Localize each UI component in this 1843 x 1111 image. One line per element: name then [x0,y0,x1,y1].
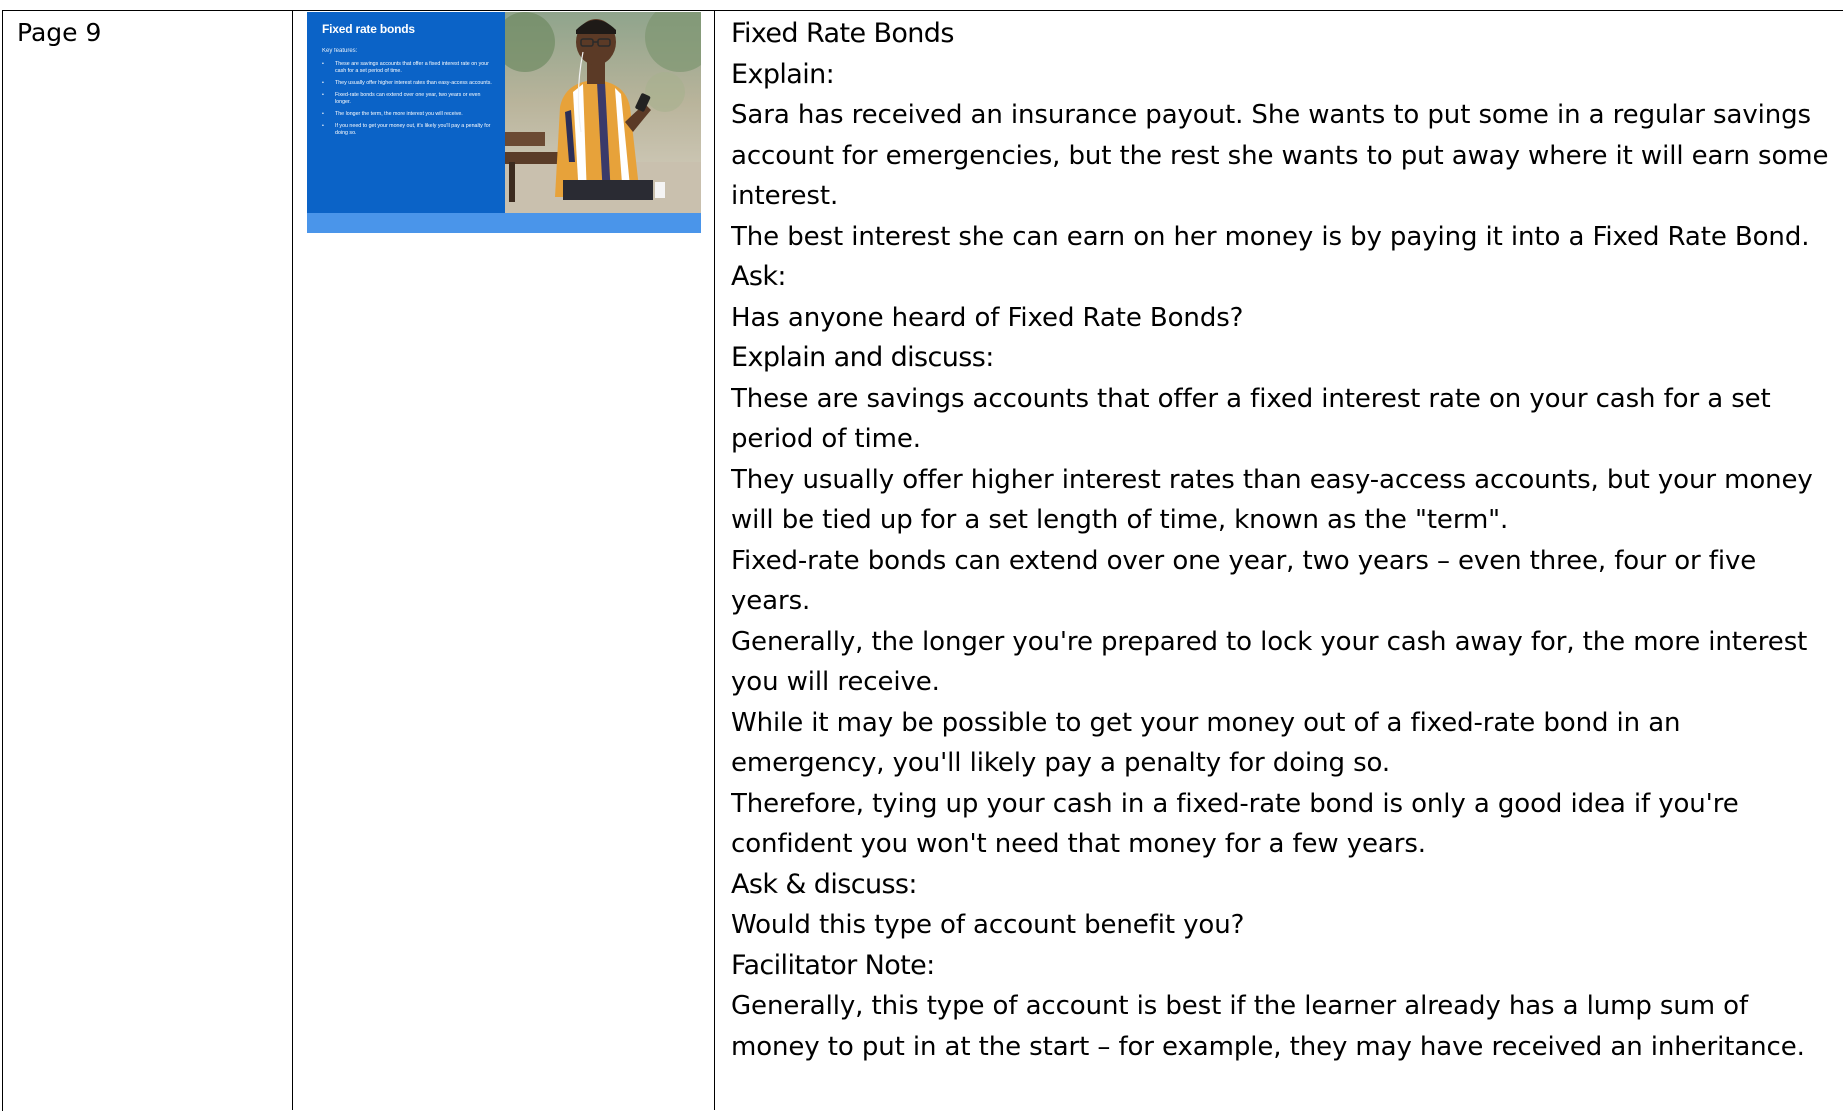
slide-bullet: • If you need to get your money out, it's… [322,123,497,137]
bullet-icon: • [322,111,324,117]
bullet-icon: • [322,92,324,98]
bullet-icon: • [322,80,324,86]
slide-bullet: • They usually offer higher interest rate… [322,80,497,87]
slide-key-features-label: Key features: [322,48,358,54]
discuss-line: period of time. [731,424,921,454]
discuss-line: These are savings accounts that offer a … [731,383,1771,414]
slide-bullet: • These are savings accounts that offer a… [322,61,497,75]
slide-footer-bar [307,213,701,233]
facilitator-notes: Fixed Rate Bonds Explain: Sara has recei… [731,14,1843,1067]
explain-heading: Explain: [731,58,835,90]
slide-bullet-text: Fixed-rate bonds can extend over one yea… [335,92,481,105]
discuss-line: Generally, the longer you're prepared to… [731,626,1808,657]
bullet-icon: • [322,61,324,67]
facilitator-note-line: money to put in at the start – for examp… [731,1031,1805,1062]
explain-line: interest. [731,181,839,211]
discuss-line: Fixed-rate bonds can extend over one yea… [731,545,1757,576]
bullet-icon: • [322,123,324,129]
discuss-line: will be tied up for a set length of time… [731,505,1509,535]
slide-bullet-text: If you need to get your money out, it's … [335,123,491,136]
facilitator-note-line: Generally, this type of account is best … [731,991,1749,1021]
slide-bullet: • The longer the term, the more interest … [322,111,497,118]
notes-title: Fixed Rate Bonds [731,18,954,49]
discuss-heading: Explain and discuss: [731,342,994,373]
slide-bullet-text: The longer the term, the more interest y… [335,111,463,117]
slide-bullet-text: They usually offer higher interest rates… [335,80,492,86]
ask-discuss-line: Would this type of account benefit you? [731,910,1245,940]
discuss-line: emergency, you'll likely pay a penalty f… [731,748,1391,778]
discuss-line: They usually offer higher interest rates… [731,464,1813,495]
facilitator-note-heading: Facilitator Note: [731,949,935,981]
ask-heading: Ask: [731,261,786,292]
slide-thumbnail: Fixed rate bonds Key features: • These ar… [307,12,701,233]
slide-bullet-list: • These are savings accounts that offer a… [322,61,497,142]
page-label: Page 9 [17,18,102,47]
discuss-line: years. [731,586,811,616]
ask-discuss-heading: Ask & discuss: [731,868,917,900]
slide-bullet: • Fixed-rate bonds can extend over one ye… [322,92,497,106]
explain-line: The best interest she can earn on her mo… [731,221,1810,252]
ask-line: Has anyone heard of Fixed Rate Bonds? [731,302,1244,333]
discuss-line: you will receive. [731,667,940,697]
slide-title: Fixed rate bonds [322,22,415,36]
discuss-line: confident you won't need that money for … [731,829,1426,859]
discuss-line: Therefore, tying up your cash in a fixed… [731,788,1739,819]
explain-line: account for emergencies, but the rest sh… [731,140,1829,171]
slide-bullet-text: These are savings accounts that offer a … [335,61,489,74]
slide-photo-man-with-phone [505,12,701,213]
discuss-line: While it may be possible to get your mon… [731,707,1681,738]
page-column [2,10,293,1110]
explain-line: Sara has received an insurance payout. S… [731,100,1811,130]
